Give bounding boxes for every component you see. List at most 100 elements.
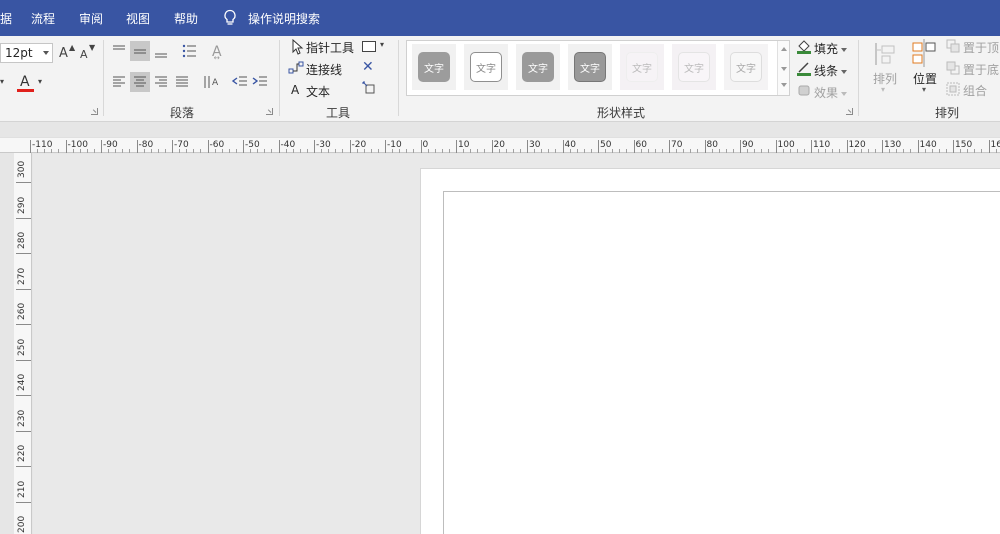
fill-button[interactable]: 填充	[814, 40, 848, 57]
effect-label: 效果	[814, 86, 839, 100]
style-swatch-preview: 文字	[678, 52, 710, 82]
style-swatch-preview: 文字	[574, 52, 606, 82]
gallery-scrollbar[interactable]	[777, 41, 789, 95]
line-label: 线条	[814, 64, 839, 78]
ruler-minor-tick	[874, 149, 876, 153]
lightbulb-icon	[224, 9, 236, 25]
text-tool-button[interactable]: 文本	[306, 83, 330, 100]
ruler-minor-tick	[945, 149, 947, 153]
font-color-icon[interactable]: A	[20, 75, 30, 89]
decrease-indent-icon[interactable]	[231, 74, 249, 90]
ruler-minor-tick	[484, 149, 486, 153]
ruler-label: -30	[316, 140, 331, 150]
style-swatch[interactable]: 文字	[516, 44, 560, 90]
align-bottom-icon[interactable]	[153, 43, 169, 59]
ruler-tick	[278, 140, 280, 153]
bring-to-front-button[interactable]: 置于顶	[963, 39, 999, 56]
ruler-label: -90	[103, 140, 118, 150]
ruler-tick	[16, 324, 31, 325]
group-separator	[858, 40, 859, 116]
style-swatch[interactable]: 文字	[568, 44, 612, 90]
arrange-icon	[875, 43, 895, 65]
align-center-button[interactable]	[130, 72, 150, 92]
grow-font-icon[interactable]: A	[59, 47, 68, 60]
ruler-minor-tick	[548, 149, 550, 153]
ruler-minor-tick	[306, 149, 308, 153]
menu-data[interactable]: 据	[0, 10, 12, 27]
chevron-down-icon[interactable]: ▾	[0, 78, 4, 86]
chevron-down-icon	[841, 47, 848, 52]
ruler-tick	[16, 359, 31, 361]
ruler-tick	[562, 140, 564, 153]
shape-styles-launcher-icon[interactable]	[846, 108, 853, 115]
align-middle-button[interactable]	[130, 41, 150, 61]
connector-tool-button[interactable]: 连接线	[306, 61, 342, 78]
align-left-icon[interactable]	[111, 75, 127, 89]
ruler-minor-tick	[718, 149, 720, 153]
style-swatch[interactable]: 文字	[672, 44, 716, 90]
justify-icon[interactable]	[174, 75, 190, 89]
chevron-down-icon[interactable]: ▾	[38, 78, 42, 86]
chevron-down-icon[interactable]: ▾	[380, 41, 384, 49]
close-icon[interactable]: ✕	[362, 60, 374, 74]
style-swatch-preview: 文字	[522, 52, 554, 82]
menu-help[interactable]: 帮助	[174, 10, 198, 27]
style-swatch[interactable]: 文字	[412, 44, 456, 90]
align-right-icon[interactable]	[153, 75, 169, 89]
ruler-minor-tick	[590, 149, 592, 153]
ruler-minor-tick	[974, 149, 976, 153]
page-margin-area[interactable]	[443, 191, 1000, 534]
group-icon	[946, 82, 960, 96]
chevron-down-icon[interactable]	[781, 67, 787, 71]
align-top-icon[interactable]	[111, 43, 127, 57]
more-icon[interactable]	[781, 83, 787, 87]
ruler-minor-tick	[164, 149, 166, 153]
chevron-down-icon: ▾	[922, 85, 927, 94]
paragraph-launcher-icon[interactable]	[266, 108, 273, 115]
style-swatch[interactable]: 文字	[724, 44, 768, 90]
ruler-minor-tick	[193, 149, 195, 153]
ruler-label: 10	[458, 140, 470, 150]
ruler-minor-tick	[803, 149, 805, 153]
font-launcher-icon[interactable]	[91, 108, 98, 115]
font-size-select[interactable]: 12pt	[0, 43, 53, 63]
group-separator	[103, 40, 104, 116]
shrink-font-icon[interactable]: A	[80, 49, 88, 60]
menu-review[interactable]: 审阅	[79, 10, 103, 27]
ruler-minor-tick	[441, 149, 443, 153]
pointer-icon	[292, 39, 304, 55]
menu-process[interactable]: 流程	[31, 10, 55, 27]
style-swatch[interactable]: 文字	[464, 44, 508, 90]
ruler-tick	[16, 430, 31, 432]
ruler-minor-tick	[335, 149, 337, 153]
ruler-minor-tick	[264, 149, 266, 153]
chevron-up-icon[interactable]	[781, 47, 787, 51]
increase-indent-icon[interactable]	[251, 74, 269, 90]
vertical-text-icon[interactable]: A	[202, 73, 220, 91]
style-swatch[interactable]: 文字	[620, 44, 664, 90]
text-direction-icon[interactable]: A͍	[212, 45, 222, 59]
group-button[interactable]: 组合	[963, 82, 987, 99]
bullets-icon[interactable]	[181, 43, 197, 59]
ruler-minor-tick	[796, 149, 798, 153]
ruler-label: -70	[174, 140, 189, 150]
ruler-tick	[669, 140, 670, 153]
ruler-tick	[172, 140, 173, 153]
ruler-tick	[527, 140, 528, 153]
ruler-label: -20	[351, 140, 367, 150]
arrange-button[interactable]: 排列	[873, 70, 897, 87]
effect-icon	[798, 85, 810, 96]
menu-view[interactable]: 视图	[126, 10, 150, 27]
rectangle-icon[interactable]	[362, 41, 376, 52]
ruler-label: 120	[848, 140, 866, 150]
line-button[interactable]: 线条	[814, 62, 848, 79]
pointer-tool-button[interactable]: 指针工具	[306, 39, 354, 56]
effect-button[interactable]: 效果	[814, 84, 848, 101]
send-to-back-button[interactable]: 置于底	[963, 61, 999, 78]
connection-point-icon[interactable]	[361, 80, 377, 96]
ruler-label: 200	[17, 515, 27, 533]
ruler-label: 230	[17, 409, 27, 427]
ruler-tick	[65, 140, 67, 153]
tell-me-search[interactable]: 操作说明搜索	[248, 10, 320, 27]
ruler-minor-tick	[832, 149, 834, 153]
